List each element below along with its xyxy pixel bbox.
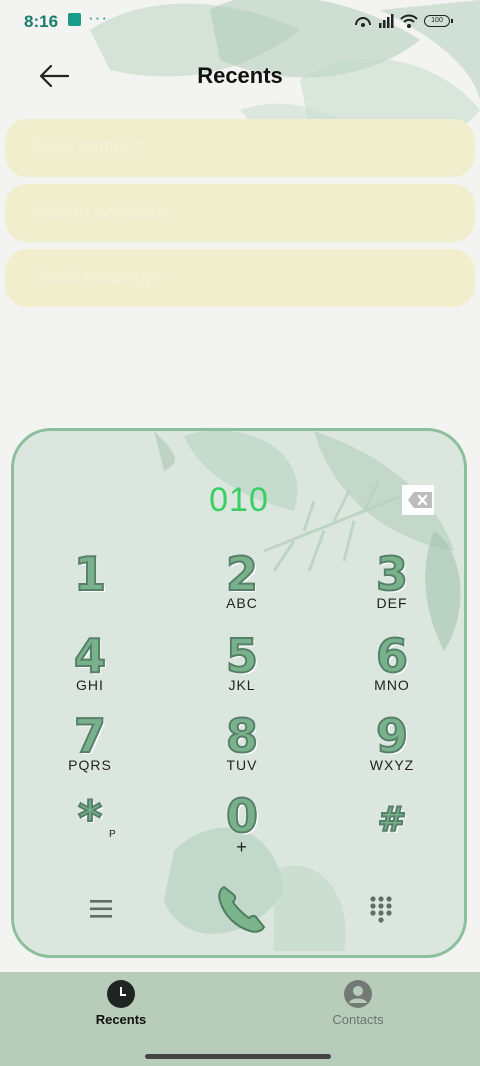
- status-icons: 100: [354, 11, 453, 31]
- key-8-letters: TUV: [226, 757, 258, 773]
- call-phone-icon[interactable]: [210, 881, 270, 941]
- dialed-number: 010: [209, 481, 269, 519]
- key-hash-digit: #: [377, 799, 408, 841]
- bottom-navigation: Recents Contacts: [0, 972, 480, 1066]
- key-4-letters: GHI: [76, 677, 104, 693]
- key-9[interactable]: 9 WXYZ: [332, 709, 452, 783]
- person-icon: [344, 980, 372, 1008]
- battery-icon: 100: [424, 15, 453, 27]
- add-to-contacts-button[interactable]: Add to contacts: [5, 184, 475, 242]
- menu-icon[interactable]: [88, 897, 116, 921]
- key-5-digit: 5: [225, 629, 259, 683]
- key-9-letters: WXYZ: [369, 757, 415, 773]
- key-0[interactable]: 0 +: [182, 789, 302, 863]
- key-4-digit: 4: [73, 629, 107, 683]
- status-time: 8:16: [24, 12, 59, 31]
- header: Recents: [0, 44, 480, 110]
- quick-actions: New contact Add to contacts Send message: [5, 119, 475, 314]
- key-3[interactable]: 3 DEF: [332, 547, 452, 621]
- keypad-toggle-icon[interactable]: [369, 895, 395, 925]
- hotspot-icon: [355, 17, 371, 27]
- tab-recents[interactable]: Recents: [61, 980, 181, 1040]
- key-6[interactable]: 6 MNO: [332, 629, 452, 703]
- key-3-digit: 3: [375, 547, 409, 601]
- key-1-digit: 1: [73, 547, 107, 601]
- home-indicator[interactable]: [145, 1054, 331, 1059]
- backspace-icon[interactable]: [400, 483, 436, 517]
- key-6-letters: MNO: [374, 677, 410, 693]
- key-6-digit: 6: [375, 629, 409, 683]
- key-5-letters: JKL: [228, 677, 256, 693]
- send-message-button[interactable]: Send message: [5, 249, 475, 307]
- key-2[interactable]: 2 ABC: [182, 547, 302, 621]
- new-contact-button[interactable]: New contact: [5, 119, 475, 177]
- key-4[interactable]: 4 GHI: [30, 629, 150, 703]
- key-star-digit: *: [77, 791, 103, 845]
- key-8[interactable]: 8 TUV: [182, 709, 302, 783]
- key-9-digit: 9: [375, 709, 409, 763]
- dialpad: 010 1 2 ABC 3 DEF 4 GHI 5 JKL 6 MNO 7 PQ…: [11, 428, 467, 958]
- key-2-letters: ABC: [226, 595, 258, 611]
- key-0-plus: +: [236, 837, 248, 857]
- key-7-letters: PQRS: [68, 757, 112, 773]
- page-title: Recents: [197, 63, 283, 88]
- key-3-letters: DEF: [376, 595, 408, 611]
- key-star[interactable]: * P: [30, 791, 150, 865]
- wifi-icon: [400, 14, 418, 28]
- clock-icon: [107, 980, 135, 1008]
- app-notification-icon: [68, 13, 81, 26]
- status-bar: 8:16 ··· 100: [0, 0, 480, 44]
- more-notifications-icon: ···: [88, 8, 108, 27]
- key-hash[interactable]: #: [332, 797, 452, 867]
- tab-contacts-label: Contacts: [332, 1012, 384, 1027]
- key-1[interactable]: 1: [30, 547, 150, 621]
- tab-contacts[interactable]: Contacts: [298, 980, 418, 1040]
- tab-recents-label: Recents: [95, 1012, 147, 1027]
- key-7-digit: 7: [73, 709, 107, 763]
- signal-icon: [379, 14, 394, 28]
- key-7[interactable]: 7 PQRS: [30, 709, 150, 783]
- key-5[interactable]: 5 JKL: [182, 629, 302, 703]
- key-2-digit: 2: [225, 547, 259, 601]
- key-8-digit: 8: [225, 709, 259, 763]
- key-0-digit: 0: [225, 789, 259, 843]
- key-star-pause-letter: P: [109, 829, 116, 840]
